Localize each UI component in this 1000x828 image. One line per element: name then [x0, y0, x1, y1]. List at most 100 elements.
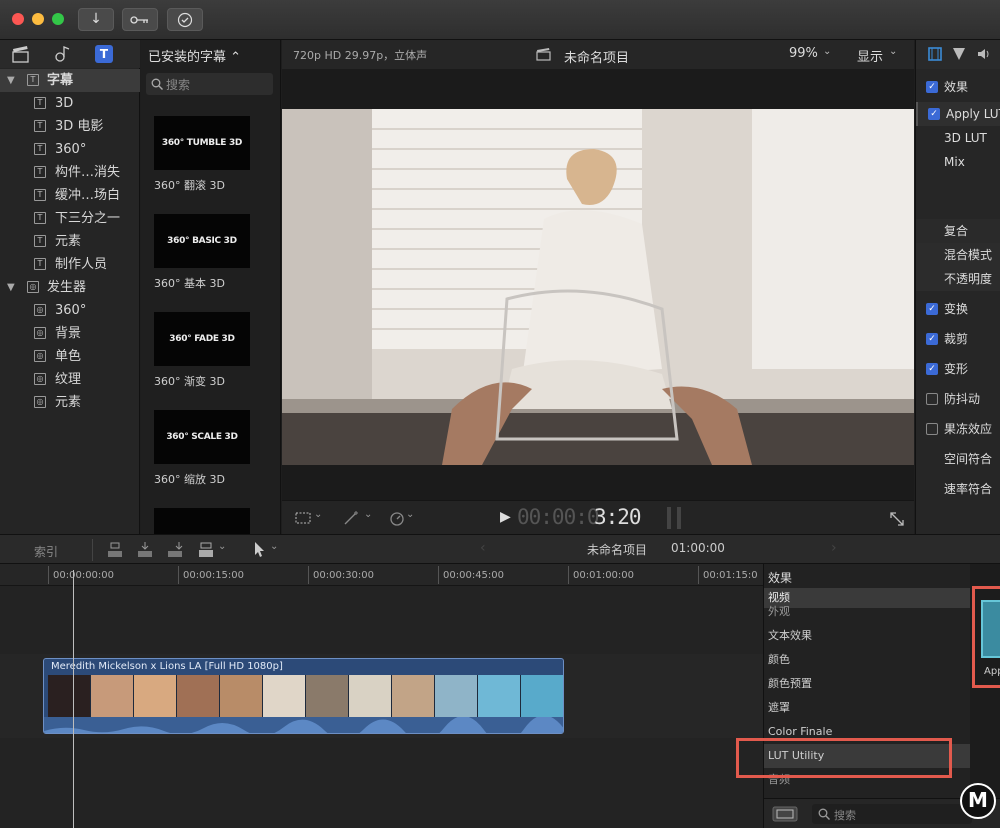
viewer-project-name: 未命名项目	[564, 51, 630, 66]
back-arrow-icon[interactable]: ‹	[480, 540, 486, 556]
title-thumbnail[interactable]: 360° BASIC 3D	[154, 214, 250, 268]
sidebar-item[interactable]: ▼ ◎ 发生器	[0, 276, 140, 299]
effects-category[interactable]: 遮罩	[764, 696, 970, 720]
checkbox[interactable]: ✓	[926, 81, 938, 93]
inspector-row[interactable]: ✓ 裁剪	[916, 327, 1000, 351]
browser-header[interactable]: 已安装的字幕 ⌃	[148, 46, 241, 65]
zoom-window-button[interactable]	[52, 13, 64, 25]
viewer-format: 720p HD 29.97p，立体声	[293, 49, 428, 62]
inspector-row[interactable]: 空间符合	[916, 447, 1000, 471]
connect-clip-icon[interactable]	[105, 541, 125, 559]
effects-category[interactable]: 文本效果	[764, 624, 970, 648]
sidebar-item[interactable]: ◎ 单色	[0, 345, 140, 368]
inspector-row[interactable]: Mix	[916, 150, 1000, 174]
insert-clip-icon[interactable]	[135, 541, 155, 559]
select-tool-icon[interactable]	[252, 540, 266, 558]
ruler-tick-label: 00:00:30:00	[313, 570, 375, 581]
checkbox[interactable]: ✓	[926, 303, 938, 315]
overwrite-clip-icon[interactable]	[196, 541, 216, 559]
effects-category[interactable]: 颜色预置	[764, 672, 970, 696]
playhead[interactable]	[73, 570, 74, 828]
video-clip[interactable]: Meredith Mickelson x Lions LA [Full HD 1…	[43, 658, 564, 734]
sidebar-item-label: 缓冲…场白	[55, 188, 121, 203]
disclosure-triangle-icon[interactable]: ▼	[7, 69, 15, 92]
checkbox[interactable]: ✓	[926, 333, 938, 345]
disclosure-triangle-icon[interactable]: ▼	[7, 276, 15, 299]
generator-icon: ◎	[34, 327, 46, 339]
viewer-display-menu[interactable]: 显示	[857, 46, 883, 65]
video-inspector-icon[interactable]	[928, 47, 942, 61]
checkbox[interactable]	[926, 423, 938, 435]
clapper-icon[interactable]	[11, 45, 31, 63]
sidebar-item[interactable]: ◎ 背景	[0, 322, 140, 345]
lut-utility-highlight	[736, 738, 952, 778]
inspector-row[interactable]: 不透明度	[916, 267, 1000, 291]
thumbnail-partial[interactable]	[154, 508, 250, 534]
inspector-row[interactable]: 防抖动	[916, 387, 1000, 411]
audio-meter-right	[677, 507, 681, 529]
sidebar-toggle-icon[interactable]	[772, 806, 798, 822]
sidebar-item[interactable]: T 构件…消失	[0, 161, 140, 184]
chevron-down-icon: ⌄	[314, 509, 323, 520]
title-browser: 已安装的字幕 ⌃ 搜索 360° TUMBLE 3D 360° 翻滚 3D 360°…	[141, 40, 281, 534]
color-inspector-icon[interactable]	[952, 47, 966, 61]
inspector-row[interactable]: 果冻效应	[916, 417, 1000, 441]
search-icon	[818, 808, 830, 820]
enhance-wand-icon[interactable]	[342, 510, 362, 526]
sidebar-item[interactable]: T 3D 电影	[0, 115, 140, 138]
speaker-icon[interactable]	[976, 46, 992, 62]
sidebar-item[interactable]: ◎ 360°	[0, 299, 140, 322]
sidebar-item[interactable]: T 制作人员	[0, 253, 140, 276]
title-icon: T	[34, 235, 46, 247]
effects-search-input[interactable]: 搜索	[812, 804, 972, 824]
timeline-ruler[interactable]: 00:00:00:00 00:00:15:00 00:00:30:00 00:00:4…	[0, 564, 763, 586]
chevron-down-icon: ⌄	[270, 541, 279, 552]
sidebar-item[interactable]: ◎ 纹理	[0, 368, 140, 391]
titles-generators-icon[interactable]: T	[95, 45, 113, 63]
apply-lut-thumbnail[interactable]	[981, 600, 1000, 658]
ruler-tick	[568, 566, 569, 584]
effects-category[interactable]: 外观	[764, 600, 970, 624]
minimize-window-button[interactable]	[32, 13, 44, 25]
inspector-row[interactable]: ✓ 变换	[916, 297, 1000, 321]
background-tasks-button[interactable]	[167, 8, 203, 31]
checkbox[interactable]	[926, 393, 938, 405]
append-clip-icon[interactable]	[165, 541, 185, 559]
inspector-row[interactable]: 速率符合	[916, 477, 1000, 501]
fullscreen-icon[interactable]	[889, 511, 905, 527]
sidebar-item[interactable]: T 缓冲…场白	[0, 184, 140, 207]
viewer-zoom[interactable]: 99%	[789, 46, 818, 61]
close-window-button[interactable]	[12, 13, 24, 25]
speed-gauge-icon[interactable]	[388, 510, 406, 526]
browser-search-input[interactable]: 搜索	[146, 73, 273, 95]
inspector-row[interactable]: ✓ 变形	[916, 357, 1000, 381]
music-photos-icon[interactable]	[53, 45, 73, 63]
play-icon[interactable]: ▶	[500, 509, 511, 525]
inspector-row-label: 不透明度	[944, 272, 993, 286]
inspector-row[interactable]: ✓ 效果	[916, 75, 1000, 99]
inspector-row[interactable]: 复合	[916, 219, 1000, 243]
checkbox[interactable]: ✓	[928, 108, 940, 120]
keywords-button[interactable]	[122, 8, 158, 31]
index-button[interactable]: 索引	[34, 543, 58, 560]
sidebar-item[interactable]: T 下三分之一	[0, 207, 140, 230]
inspector-row[interactable]: 混合模式	[916, 243, 1000, 267]
import-button[interactable]: ↓	[78, 8, 114, 31]
effects-search-placeholder: 搜索	[834, 809, 856, 822]
sidebar-item[interactable]: ◎ 元素	[0, 391, 140, 414]
sidebar-item[interactable]: ▼ T 字幕	[0, 69, 140, 92]
inspector-row[interactable]: 3D LUT	[916, 126, 1000, 150]
sidebar-item-label: 元素	[55, 395, 82, 410]
sidebar-item[interactable]: T 3D	[0, 92, 140, 115]
title-thumbnail[interactable]: 360° TUMBLE 3D	[154, 116, 250, 170]
title-thumbnail[interactable]: 360° FADE 3D	[154, 312, 250, 366]
effects-category[interactable]: 颜色	[764, 648, 970, 672]
inspector-row[interactable]: ✓ Apply LUT	[916, 102, 1000, 126]
checkbox[interactable]: ✓	[926, 363, 938, 375]
title-thumbnail[interactable]: 360° SCALE 3D	[154, 410, 250, 464]
transform-icon[interactable]	[294, 511, 312, 525]
sidebar-item[interactable]: T 元素	[0, 230, 140, 253]
sidebar-item[interactable]: T 360°	[0, 138, 140, 161]
inspector-row-label: Apply LUT	[946, 107, 1000, 121]
forward-arrow-icon[interactable]: ›	[831, 540, 837, 556]
